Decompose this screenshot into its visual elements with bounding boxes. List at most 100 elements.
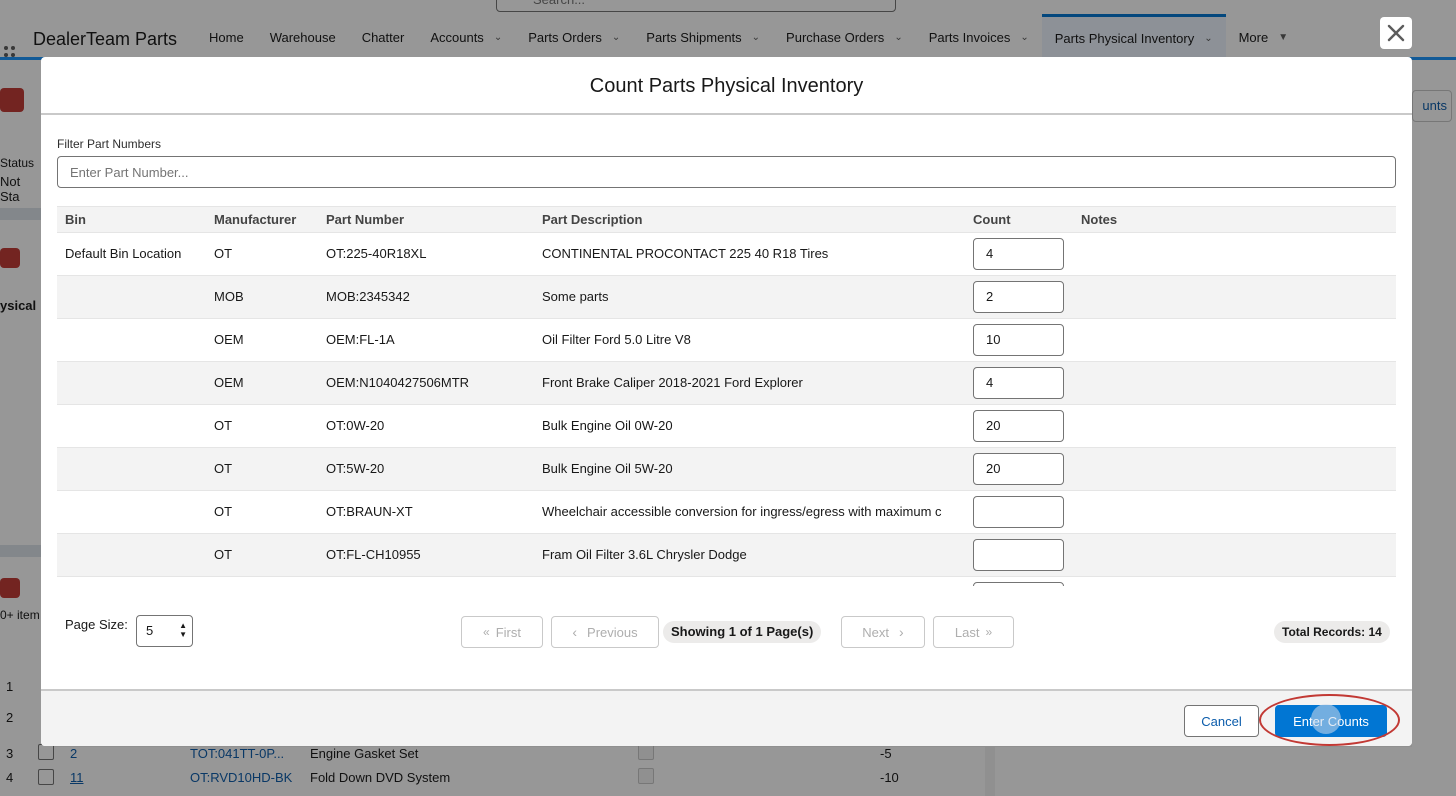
table-row: OT OT:0W-20 Bulk Engine Oil 0W-20	[57, 404, 1396, 448]
cell-bin	[57, 275, 206, 319]
column-header-part-number: Part Number	[318, 207, 534, 233]
cell-notes	[1073, 361, 1396, 405]
table-row: OT OT:BRAUN-XT Wheelchair accessible conve…	[57, 490, 1396, 534]
cell-count	[965, 404, 1073, 448]
total-records-badge: Total Records: 14	[1274, 621, 1390, 643]
table-row: OEM OEM:FL-1A Oil Filter Ford 5.0 Litre V8	[57, 318, 1396, 362]
cell-count	[965, 361, 1073, 405]
cell-bin: Default Bin Location	[57, 232, 206, 276]
pagination-bar: Page Size: 5 ▲ ▼ « First ‹ Previous Showi…	[41, 615, 1412, 651]
cell-part-number: OT:0W-20	[318, 404, 534, 448]
cell-manufacturer: OEM	[206, 318, 318, 362]
first-label: First	[495, 624, 521, 640]
count-input[interactable]	[973, 366, 1064, 399]
cell-empty	[57, 576, 206, 586]
cell-count	[965, 447, 1073, 491]
cell-bin	[57, 404, 206, 448]
table-row: OT OT:FL-CH10955 Fram Oil Filter 3.6L Chry…	[57, 533, 1396, 577]
page-size-value: 5	[146, 623, 154, 638]
cancel-button[interactable]: Cancel	[1184, 705, 1259, 737]
filter-label: Filter Part Numbers	[57, 137, 162, 151]
cell-notes	[1073, 232, 1396, 276]
cell-manufacturer: OT	[206, 232, 318, 276]
cell-bin	[57, 361, 206, 405]
count-input[interactable]	[973, 495, 1064, 528]
cell-bin	[57, 533, 206, 577]
modal-body: Filter Part Numbers BinManufacturerPart …	[41, 115, 1412, 689]
modal-header: Count Parts Physical Inventory	[41, 57, 1412, 115]
count-input[interactable]	[973, 237, 1064, 270]
filter-part-number-input[interactable]	[57, 156, 1396, 188]
count-input[interactable]	[973, 280, 1064, 313]
count-input[interactable]	[973, 452, 1064, 485]
cell-part-number: OEM:FL-1A	[318, 318, 534, 362]
last-page-button[interactable]: Last »	[933, 616, 1014, 648]
table-row: MOB MOB:2345342 Some parts	[57, 275, 1396, 319]
cell-part-number: MOB:2345342	[318, 275, 534, 319]
cell-description: Bulk Engine Oil 0W-20	[534, 404, 965, 448]
table-row: OT OT:5W-20 Bulk Engine Oil 5W-20	[57, 447, 1396, 491]
count-input[interactable]	[973, 581, 1064, 586]
page-size-stepper[interactable]: 5 ▲ ▼	[136, 615, 193, 647]
cell-manufacturer: MOB	[206, 275, 318, 319]
cell-manufacturer: OT	[206, 533, 318, 577]
cell-empty	[1073, 576, 1396, 586]
table-row: Default Bin Location OT OT:225-40R18XL CONT…	[57, 232, 1396, 276]
count-input[interactable]	[973, 538, 1064, 571]
cell-count	[965, 275, 1073, 319]
count-input[interactable]	[973, 409, 1064, 442]
table-row-partial	[57, 576, 1396, 586]
cell-description: Some parts	[534, 275, 965, 319]
cell-description: CONTINENTAL PROCONTACT 225 40 R18 Tires	[534, 232, 965, 276]
column-header-notes: Notes	[1073, 207, 1396, 233]
cell-notes	[1073, 404, 1396, 448]
cell-description: Fram Oil Filter 3.6L Chrysler Dodge	[534, 533, 965, 577]
table-row: OEM OEM:N1040427506MTR Front Brake Caliper…	[57, 361, 1396, 405]
previous-page-button[interactable]: ‹ Previous	[551, 616, 659, 648]
column-header-manufacturer: Manufacturer	[206, 207, 318, 233]
cell-part-number: OEM:N1040427506MTR	[318, 361, 534, 405]
column-header-bin: Bin	[57, 207, 206, 233]
cell-description: Front Brake Caliper 2018-2021 Ford Explo…	[534, 361, 965, 405]
last-label: Last	[954, 624, 980, 640]
double-chevron-left-icon: «	[483, 625, 490, 639]
cell-empty	[206, 576, 318, 586]
parts-table: Bin Manufacturer Part Number Part Descripti…	[57, 207, 1396, 586]
cell-part-number: OT:225-40R18XL	[318, 232, 534, 276]
cell-count	[965, 318, 1073, 362]
cell-empty	[965, 576, 1073, 586]
cell-part-number: OT:BRAUN-XT	[318, 490, 534, 534]
cell-manufacturer: OT	[206, 490, 318, 534]
cell-empty	[534, 576, 965, 586]
cell-part-number: OT:5W-20	[318, 447, 534, 491]
page-size-label: Page Size:	[65, 617, 128, 632]
cell-bin	[57, 490, 206, 534]
cell-part-number: OT:FL-CH10955	[318, 533, 534, 577]
cell-description: Wheelchair accessible conversion for ing…	[534, 490, 965, 534]
modal-footer: Cancel Enter Counts	[41, 689, 1412, 746]
double-chevron-right-icon: »	[985, 625, 993, 639]
modal-title: Count Parts Physical Inventory	[589, 75, 864, 97]
parts-table-container[interactable]: Bin Manufacturer Part Number Part Descripti…	[57, 206, 1396, 586]
cell-notes	[1073, 447, 1396, 491]
next-page-button[interactable]: Next ›	[841, 616, 925, 648]
close-icon	[1387, 24, 1405, 42]
cell-manufacturer: OEM	[206, 361, 318, 405]
previous-label: Previous	[587, 624, 638, 640]
count-inventory-modal: Count Parts Physical Inventory Filter Pa…	[41, 57, 1412, 746]
next-label: Next	[862, 624, 890, 640]
enter-counts-button[interactable]: Enter Counts	[1275, 705, 1387, 737]
chevron-right-icon: ›	[899, 624, 904, 640]
first-page-button[interactable]: « First	[461, 616, 543, 648]
close-modal-button[interactable]	[1380, 17, 1412, 49]
column-header-count: Count	[965, 207, 1073, 233]
count-input[interactable]	[973, 323, 1064, 356]
cell-empty	[318, 576, 534, 586]
cell-bin	[57, 318, 206, 362]
cell-count	[965, 533, 1073, 577]
cell-description: Oil Filter Ford 5.0 Litre V8	[534, 318, 965, 362]
cell-notes	[1073, 318, 1396, 362]
cell-count	[965, 232, 1073, 276]
column-header-part-description: Part Description	[534, 207, 965, 233]
spinner-arrows-icon[interactable]: ▲ ▼	[179, 621, 187, 639]
